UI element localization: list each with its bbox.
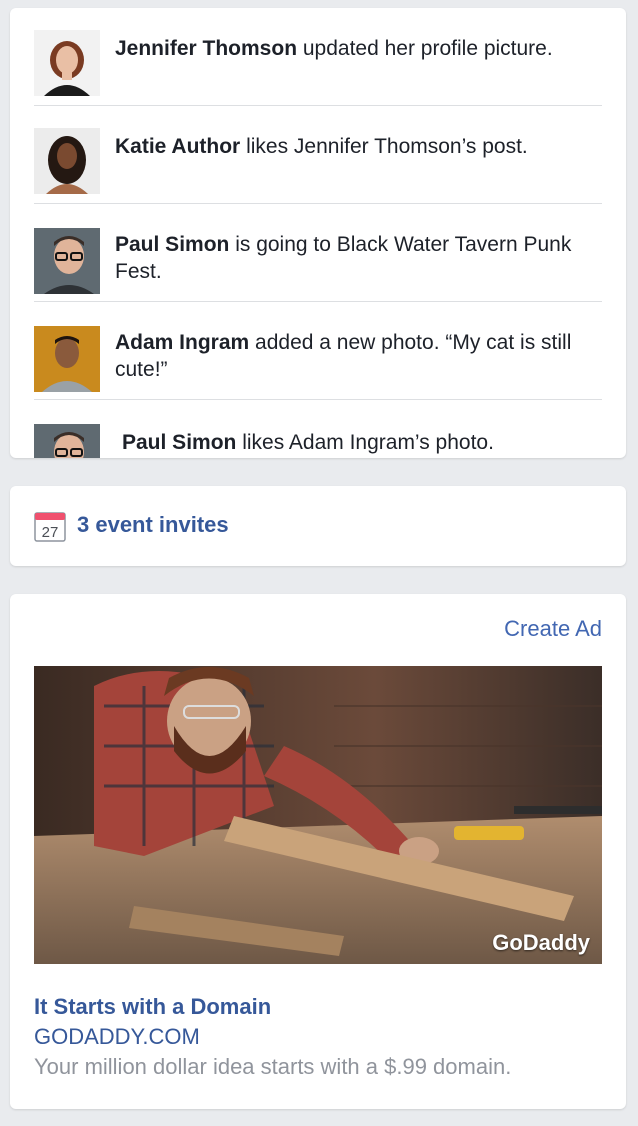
feed-text: Katie Author likes Jennifer Thomson’s po… xyxy=(115,133,595,160)
feed-text: Paul Simon likes Adam Ingram’s photo. xyxy=(122,429,602,456)
godaddy-logo: GoDaddy xyxy=(492,930,590,955)
action-text: updated her profile picture. xyxy=(297,37,553,60)
ad-image[interactable]: GoDaddy xyxy=(34,666,602,964)
avatar[interactable] xyxy=(34,128,100,194)
feed-text: Jennifer Thomson updated her profile pic… xyxy=(115,35,595,62)
avatar[interactable] xyxy=(34,228,100,294)
action-text: likes Jennifer Thomson’s post. xyxy=(240,135,528,158)
actor-name[interactable]: Katie Author xyxy=(115,135,240,158)
actor-name[interactable]: Paul Simon xyxy=(122,431,236,454)
avatar[interactable] xyxy=(34,30,100,96)
calendar-day: 27 xyxy=(42,524,59,541)
feed-item[interactable]: Paul Simon is going to Black Water Taver… xyxy=(34,204,602,302)
feed-item[interactable]: Adam Ingram added a new photo. “My cat i… xyxy=(34,302,602,400)
events-card[interactable]: 27 3 event invites xyxy=(10,486,626,566)
avatar[interactable] xyxy=(34,326,100,392)
ad-title[interactable]: It Starts with a Domain xyxy=(34,994,271,1020)
actor-name[interactable]: Jennifer Thomson xyxy=(115,37,297,60)
ad-card: Create Ad GoDaddy It Starts with a Domai… xyxy=(10,594,626,1109)
feed-text: Adam Ingram added a new photo. “My cat i… xyxy=(115,329,595,383)
actor-name[interactable]: Adam Ingram xyxy=(115,331,249,354)
feed-item[interactable]: Katie Author likes Jennifer Thomson’s po… xyxy=(34,106,602,204)
action-text: likes Adam Ingram’s photo. xyxy=(236,431,494,454)
feed-text: Paul Simon is going to Black Water Taver… xyxy=(115,231,595,285)
activity-card: Jennifer Thomson updated her profile pic… xyxy=(10,8,626,458)
calendar-icon: 27 xyxy=(34,510,66,542)
avatar[interactable] xyxy=(34,424,100,458)
event-invites-link[interactable]: 3 event invites xyxy=(77,512,229,538)
ad-description: Your million dollar idea starts with a $… xyxy=(34,1054,512,1079)
actor-name[interactable]: Paul Simon xyxy=(115,233,229,256)
feed-item[interactable]: Paul Simon likes Adam Ingram’s photo. xyxy=(34,400,602,458)
create-ad-link[interactable]: Create Ad xyxy=(504,616,602,642)
feed-item[interactable]: Jennifer Thomson updated her profile pic… xyxy=(34,8,602,106)
ad-domain[interactable]: GODADDY.COM xyxy=(34,1024,200,1050)
